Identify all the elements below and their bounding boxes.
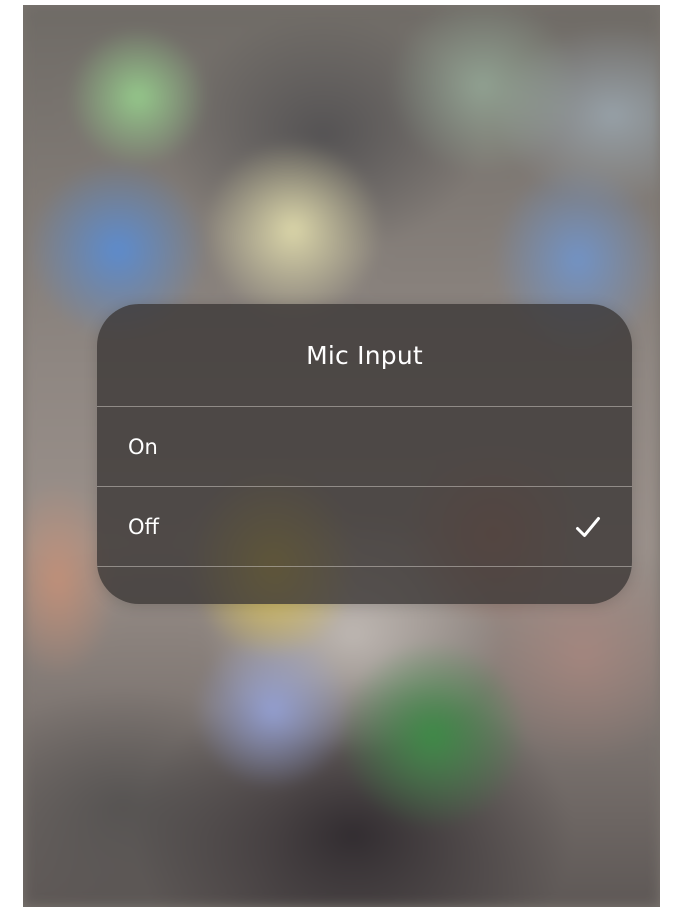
mic-input-dialog: Mic Input On Off xyxy=(97,304,632,604)
option-label: On xyxy=(128,434,158,459)
option-label: Off xyxy=(128,514,159,539)
divider xyxy=(97,566,632,567)
option-off[interactable]: Off xyxy=(97,487,632,566)
dialog-title: Mic Input xyxy=(306,340,423,370)
checkmark-icon xyxy=(575,514,601,540)
screen: Mic Input On Off xyxy=(23,5,660,907)
dialog-header: Mic Input xyxy=(97,304,632,406)
option-on[interactable]: On xyxy=(97,407,632,486)
